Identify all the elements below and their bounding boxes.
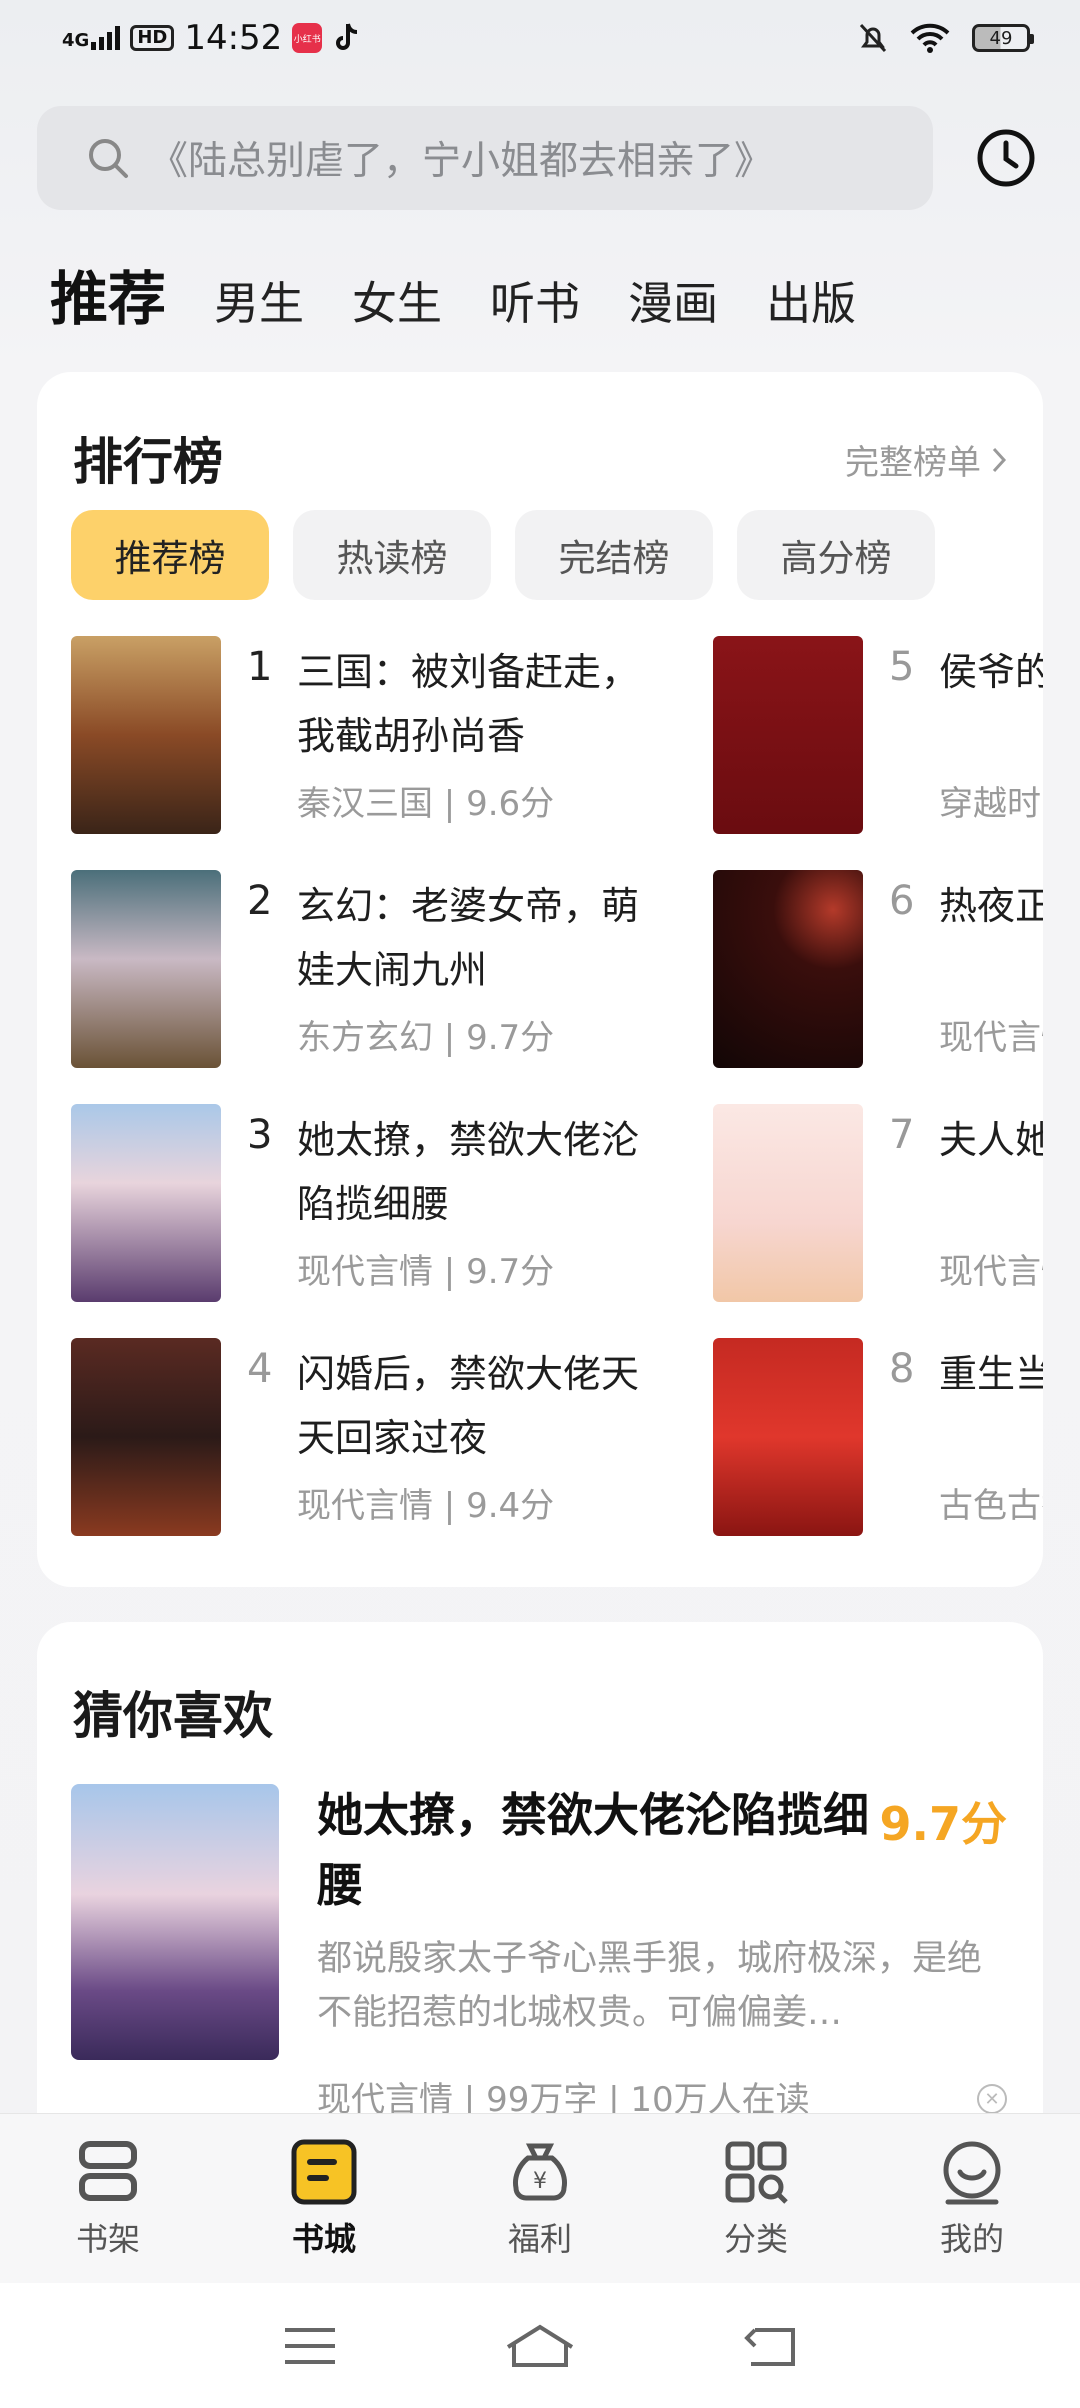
nav-welfare[interactable]: ¥ 福利 bbox=[432, 2114, 648, 2283]
ranking-card: 排行榜 完整榜单 推荐榜 热读榜 完结榜 高分榜 1 三国：被刘备赶走，我截胡孙… bbox=[37, 372, 1043, 1587]
book-cover bbox=[71, 870, 221, 1068]
recommend-score: 9.7分 bbox=[879, 1797, 1008, 1851]
rank-number: 1 bbox=[247, 644, 273, 690]
search-bar[interactable]: 《陆总别虐了，宁小姐都去相亲了》 bbox=[37, 106, 933, 210]
list-item[interactable]: 7 夫人她竟是全能大佬 现代言情 bbox=[713, 1104, 1043, 1304]
tiktok-icon bbox=[336, 23, 358, 50]
menu-icon[interactable] bbox=[283, 2326, 337, 2366]
nav-label: 福利 bbox=[507, 2220, 572, 2258]
tab-male[interactable]: 男生 bbox=[214, 267, 304, 332]
app-notification-icon: 小红书 bbox=[292, 23, 323, 53]
search-placeholder: 《陆总别虐了，宁小姐都去相亲了》 bbox=[149, 139, 774, 184]
network-type: 4G bbox=[62, 30, 90, 51]
rank-number: 4 bbox=[247, 1346, 273, 1392]
nav-bookstore[interactable]: 书城 bbox=[216, 2114, 432, 2283]
book-cover bbox=[71, 1338, 221, 1536]
search-icon bbox=[89, 139, 128, 178]
pill-hot-rank[interactable]: 热读榜 bbox=[293, 510, 491, 600]
tab-audiobook[interactable]: 听书 bbox=[490, 267, 580, 332]
signal-icon bbox=[91, 26, 121, 50]
book-meta: 东方玄幻 | 9.7分 bbox=[297, 1018, 555, 1058]
book-meta: 古色古香 bbox=[939, 1486, 1043, 1526]
book-cover bbox=[71, 1104, 221, 1302]
book-cover bbox=[713, 870, 863, 1068]
rank-number: 2 bbox=[247, 878, 273, 924]
book-title: 玄幻：老婆女帝，萌娃大闹九州 bbox=[297, 884, 640, 992]
svg-text:¥: ¥ bbox=[533, 2169, 547, 2194]
list-item[interactable]: 2 玄幻：老婆女帝，萌娃大闹九州 东方玄幻 | 9.7分 bbox=[71, 870, 681, 1070]
book-title: 夫人她竟是全能大佬 bbox=[939, 1118, 1043, 1162]
battery-icon: 49 bbox=[972, 24, 1034, 52]
book-cover bbox=[713, 1104, 863, 1302]
book-cover bbox=[713, 636, 863, 834]
full-ranking-link[interactable]: 完整榜单 bbox=[845, 435, 1007, 484]
book-title: 热夜正浓 bbox=[939, 884, 1043, 928]
nav-profile[interactable]: 我的 bbox=[864, 2114, 1080, 2283]
nav-bookshelf[interactable]: 书架 bbox=[0, 2114, 216, 2283]
tab-publish[interactable]: 出版 bbox=[766, 267, 856, 332]
hd-icon: HD bbox=[130, 25, 175, 51]
list-item[interactable]: 8 重生当男嫁纨绔 古色古香 bbox=[713, 1338, 1043, 1538]
nav-category[interactable]: 分类 bbox=[648, 2114, 864, 2283]
pill-recommend-rank[interactable]: 推荐榜 bbox=[71, 510, 269, 600]
pill-finished-rank[interactable]: 完结榜 bbox=[515, 510, 713, 600]
nav-label: 我的 bbox=[939, 2220, 1004, 2258]
chevron-right-icon bbox=[992, 447, 1007, 472]
category-icon bbox=[725, 2141, 788, 2204]
system-nav-bar bbox=[0, 2283, 1080, 2408]
mute-bell-icon bbox=[859, 23, 887, 53]
book-meta: 秦汉三国 | 9.6分 bbox=[297, 784, 555, 824]
nav-label: 分类 bbox=[723, 2220, 788, 2258]
list-item[interactable]: 3 她太撩，禁欲大佬沦陷揽细腰 现代言情 | 9.7分 bbox=[71, 1104, 681, 1304]
book-meta: 现代言情 bbox=[939, 1018, 1043, 1058]
status-bar: 4G HD 14:52 小红书 49 bbox=[0, 0, 1080, 84]
book-title: 闪婚后，禁欲大佬天天回家过夜 bbox=[297, 1352, 640, 1460]
recommend-title: 猜你喜欢 bbox=[73, 1687, 273, 1745]
book-title: 重生当男嫁纨绔 bbox=[939, 1352, 1043, 1396]
book-meta: 现代言情 | 9.7分 bbox=[297, 1252, 555, 1292]
clock: 14:52 bbox=[184, 18, 283, 58]
recommend-book-title[interactable]: 她太撩，禁欲大佬沦陷揽细腰 bbox=[317, 1780, 877, 1920]
full-ranking-label: 完整榜单 bbox=[845, 443, 981, 483]
back-icon[interactable] bbox=[743, 2324, 797, 2368]
rank-number: 5 bbox=[889, 644, 915, 690]
tab-comic[interactable]: 漫画 bbox=[628, 267, 718, 332]
channel-tabs: 推荐 男生 女生 听书 漫画 出版 bbox=[50, 252, 904, 336]
history-clock-icon[interactable] bbox=[976, 128, 1036, 188]
book-cover[interactable] bbox=[71, 1784, 279, 2060]
nav-label: 书城 bbox=[291, 2220, 356, 2258]
tab-recommend[interactable]: 推荐 bbox=[50, 252, 166, 336]
welfare-bag-icon: ¥ bbox=[513, 2143, 567, 2201]
rank-number: 3 bbox=[247, 1112, 273, 1158]
book-cover bbox=[713, 1338, 863, 1536]
profile-icon bbox=[943, 2141, 1001, 2205]
book-meta: 现代言情 | 9.4分 bbox=[297, 1486, 555, 1526]
book-title: 侯爷的黑心莲 bbox=[939, 650, 1043, 694]
ranking-tabs: 推荐榜 热读榜 完结榜 高分榜 bbox=[71, 510, 935, 600]
wifi-icon bbox=[910, 23, 950, 53]
book-title: 三国：被刘备赶走，我截胡孙尚香 bbox=[297, 650, 640, 758]
book-meta: 现代言情 bbox=[939, 1252, 1043, 1292]
book-meta: 穿越时空 bbox=[939, 784, 1043, 824]
book-cover bbox=[71, 636, 221, 834]
bookshelf-icon bbox=[79, 2141, 137, 2201]
rank-number: 7 bbox=[889, 1112, 915, 1158]
bottom-nav: 书架 书城 ¥ 福利 分类 我的 bbox=[0, 2113, 1080, 2283]
tab-female[interactable]: 女生 bbox=[352, 267, 442, 332]
ranking-title: 排行榜 bbox=[73, 433, 223, 491]
list-item[interactable]: 6 热夜正浓 现代言情 bbox=[713, 870, 1043, 1070]
list-item[interactable]: 5 侯爷的黑心莲 穿越时空 bbox=[713, 636, 1043, 836]
list-item[interactable]: 1 三国：被刘备赶走，我截胡孙尚香 秦汉三国 | 9.6分 bbox=[71, 636, 681, 836]
close-icon[interactable]: ✕ bbox=[977, 2084, 1007, 2114]
list-item[interactable]: 4 闪婚后，禁欲大佬天天回家过夜 现代言情 | 9.4分 bbox=[71, 1338, 681, 1538]
nav-label: 书架 bbox=[75, 2220, 140, 2258]
rank-number: 6 bbox=[889, 878, 915, 924]
bookstore-icon bbox=[291, 2139, 357, 2205]
pill-high-score-rank[interactable]: 高分榜 bbox=[737, 510, 935, 600]
recommend-description: 都说殷家太子爷心黑手狠，城府极深，是绝不能招惹的北城权贵。可偏偏姜… bbox=[317, 1939, 983, 2033]
rank-number: 8 bbox=[889, 1346, 915, 1392]
book-title: 她太撩，禁欲大佬沦陷揽细腰 bbox=[297, 1118, 640, 1226]
home-icon[interactable] bbox=[504, 2323, 576, 2369]
